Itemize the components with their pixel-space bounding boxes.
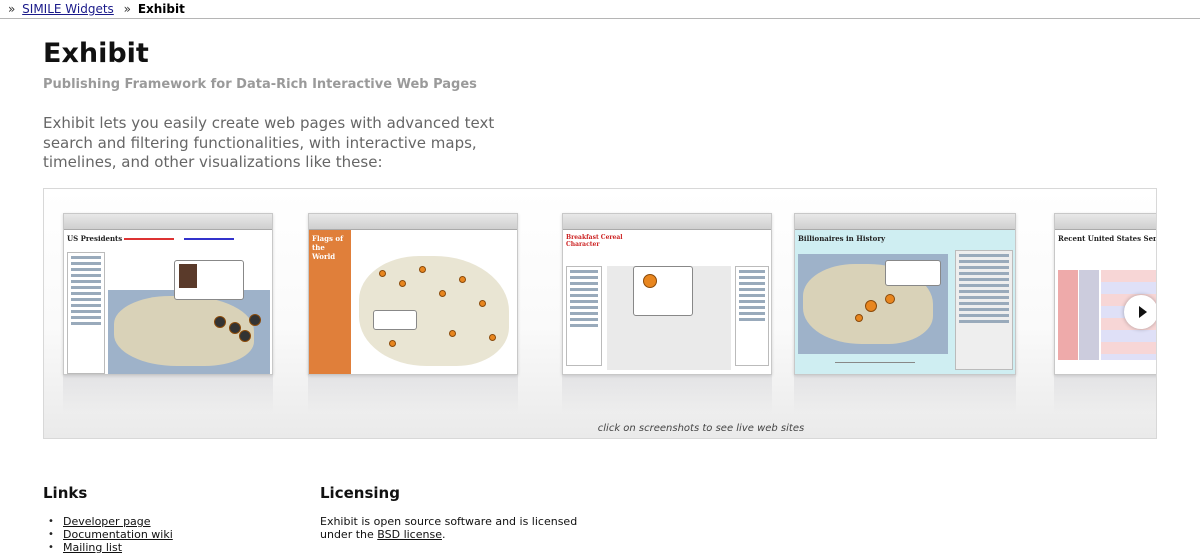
breadcrumb-home-link[interactable]: SIMILE Widgets <box>22 2 114 16</box>
screenshot-billionaires[interactable]: Billionaires in History <box>794 213 1016 413</box>
screenshot-flags-of-the-world[interactable]: Flags of the World <box>308 213 518 413</box>
screenshot-breakfast-cereal[interactable]: Breakfast Cereal Character <box>562 213 772 413</box>
links-list: Developer page Documentation wiki Mailin… <box>63 515 173 554</box>
screenshot-title: US Presidents <box>67 234 123 243</box>
breadcrumb-separator: » <box>123 2 131 16</box>
list-item: Developer page <box>63 515 173 528</box>
screenshot-gallery: US Presidents Flags of the World Breakfa… <box>43 188 1157 439</box>
documentation-wiki-link[interactable]: Documentation wiki <box>63 528 173 541</box>
list-item: Mailing list <box>63 541 173 554</box>
mailing-list-link[interactable]: Mailing list <box>63 541 122 554</box>
links-heading: Links <box>43 484 88 502</box>
licensing-text-before: Exhibit is open source software and is l… <box>320 515 578 541</box>
bsd-license-link[interactable]: BSD license <box>377 528 442 541</box>
intro-text: Exhibit lets you easily create web pages… <box>43 114 495 171</box>
screenshot-title: Breakfast Cereal Character <box>566 234 623 248</box>
licensing-heading: Licensing <box>320 484 400 502</box>
developer-page-link[interactable]: Developer page <box>63 515 151 528</box>
screenshot-title: Billionaires in History <box>798 234 886 243</box>
page-title: Exhibit <box>43 38 149 69</box>
gallery-caption: click on screenshots to see live web sit… <box>597 423 805 434</box>
licensing-text: Exhibit is open source software and is l… <box>320 515 590 541</box>
licensing-text-after: . <box>441 528 446 541</box>
list-item: Documentation wiki <box>63 528 173 541</box>
chevron-right-icon[interactable] <box>1124 295 1156 329</box>
screenshot-title: Flags of the World <box>312 234 344 261</box>
breadcrumb-current: Exhibit <box>137 2 185 16</box>
breadcrumb: » SIMILE Widgets » Exhibit <box>0 0 1200 19</box>
page-subtitle: Publishing Framework for Data-Rich Inter… <box>43 77 477 92</box>
breadcrumb-separator: » <box>8 2 16 16</box>
screenshot-title: Recent United States Senate Bills <box>1058 234 1157 243</box>
screenshot-us-presidents[interactable]: US Presidents <box>63 213 273 413</box>
